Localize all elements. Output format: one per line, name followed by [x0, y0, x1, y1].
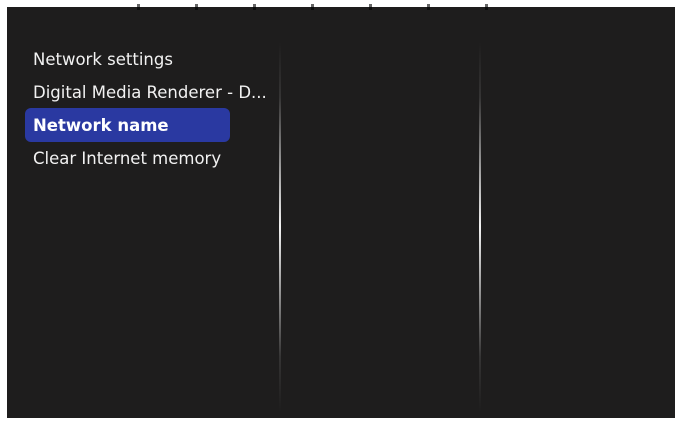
menu-item-label: Clear Internet memory: [33, 148, 222, 168]
menu-item-label: Network settings: [33, 49, 173, 69]
column-divider: [279, 42, 281, 412]
column-divider: [479, 42, 481, 412]
settings-menu: Network settings Digital Media Renderer …: [25, 42, 265, 175]
menu-item-digital-media-renderer[interactable]: Digital Media Renderer - D...: [25, 75, 265, 109]
menu-item-network-name[interactable]: Network name: [25, 108, 230, 142]
menu-item-label: Network name: [33, 115, 169, 135]
top-clip: [137, 4, 497, 10]
tv-screen: Network settings Digital Media Renderer …: [7, 4, 675, 418]
menu-item-network-settings[interactable]: Network settings: [25, 42, 265, 76]
menu-item-clear-internet-memory[interactable]: Clear Internet memory: [25, 141, 265, 175]
menu-item-label: Digital Media Renderer - D...: [33, 82, 265, 102]
